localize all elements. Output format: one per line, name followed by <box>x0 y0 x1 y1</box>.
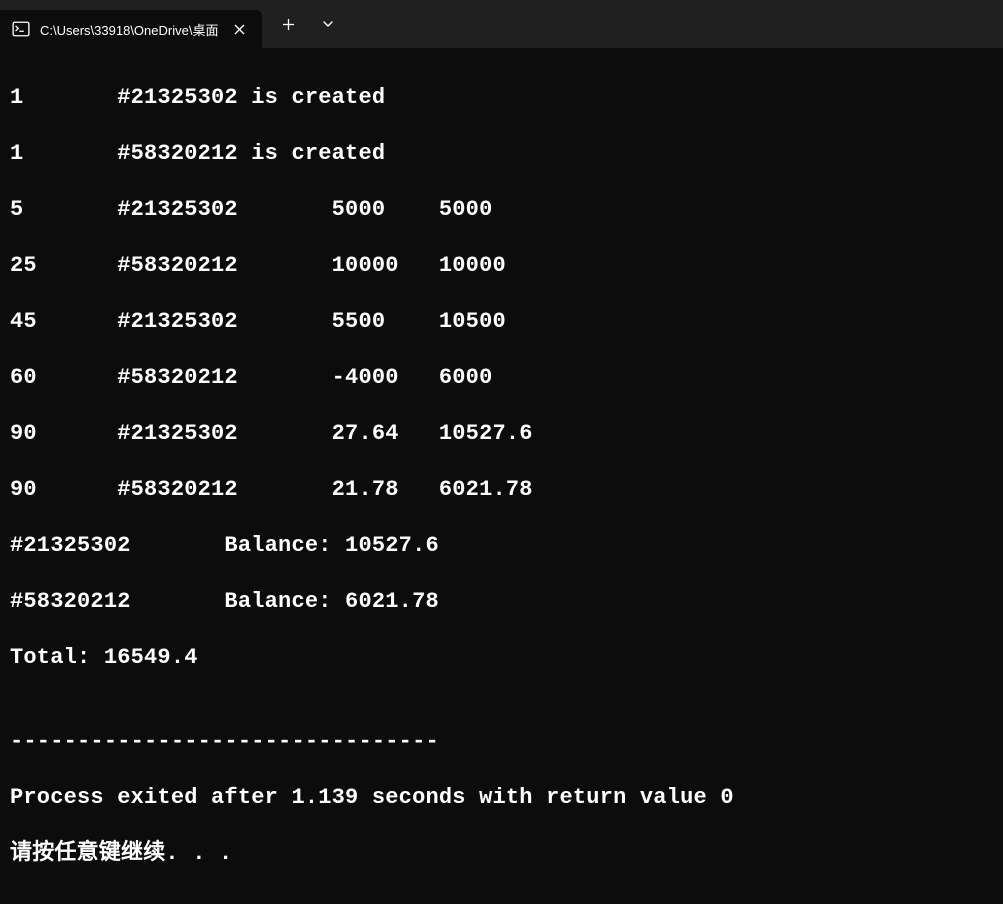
output-line: #58320212 Balance: 6021.78 <box>10 588 993 616</box>
output-line: 90 #21325302 27.64 10527.6 <box>10 420 993 448</box>
output-line: 60 #58320212 -4000 6000 <box>10 364 993 392</box>
output-line: Total: 16549.4 <box>10 644 993 672</box>
output-line: -------------------------------- <box>10 728 993 756</box>
tab-dropdown-button[interactable] <box>308 0 348 48</box>
tab-title: C:\Users\33918\OneDrive\桌面 <box>40 20 218 39</box>
output-line: 1 #21325302 is created <box>10 84 993 112</box>
output-line: Process exited after 1.139 seconds with … <box>10 784 993 812</box>
output-line: 请按任意键继续. . . <box>10 840 993 868</box>
new-tab-button[interactable] <box>268 0 308 48</box>
output-line: 45 #21325302 5500 10500 <box>10 308 993 336</box>
output-line: 5 #21325302 5000 5000 <box>10 196 993 224</box>
titlebar-actions <box>268 0 348 48</box>
terminal-output: 1 #21325302 is created 1 #58320212 is cr… <box>0 48 1003 904</box>
output-line: 1 #58320212 is created <box>10 140 993 168</box>
tab-close-button[interactable] <box>228 18 250 40</box>
tab-active[interactable]: C:\Users\33918\OneDrive\桌面 <box>0 10 262 48</box>
titlebar: C:\Users\33918\OneDrive\桌面 <box>0 0 1003 48</box>
output-line: 25 #58320212 10000 10000 <box>10 252 993 280</box>
output-line: #21325302 Balance: 10527.6 <box>10 532 993 560</box>
output-line: 90 #58320212 21.78 6021.78 <box>10 476 993 504</box>
terminal-icon <box>12 20 30 38</box>
